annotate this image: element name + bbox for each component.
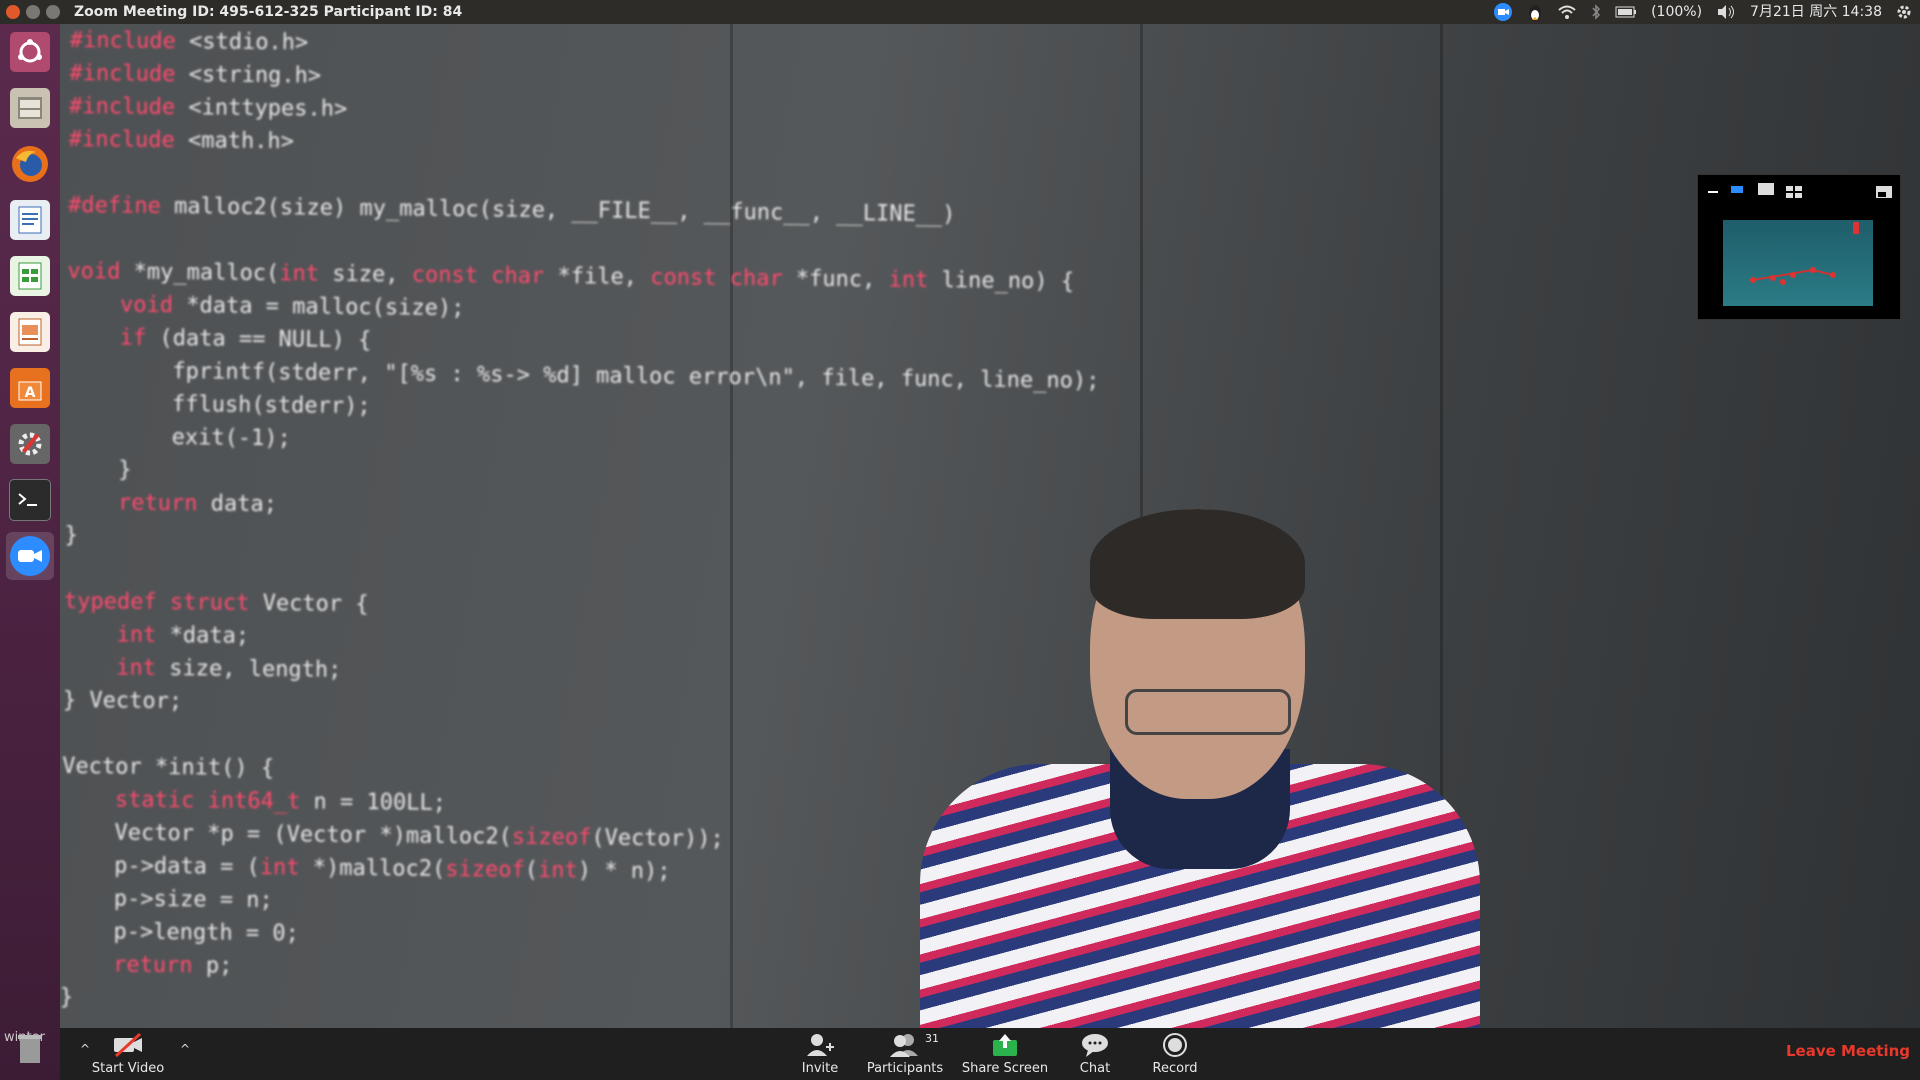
record-icon (1162, 1028, 1188, 1062)
meeting-toolbar: ^ Start Video ^ Invite Participants 31 S… (60, 1028, 1920, 1080)
window-minimize-button[interactable] (26, 5, 40, 19)
participants-icon (888, 1028, 922, 1062)
exit-thumbnail-icon[interactable] (1876, 183, 1892, 198)
participants-button[interactable]: Participants 31 (860, 1028, 950, 1080)
launcher-item-writer[interactable] (6, 196, 54, 244)
file-cabinet-icon (10, 88, 50, 128)
battery-icon[interactable] (1615, 6, 1637, 18)
window-title: Zoom Meeting ID: 495-612-325 Participant… (74, 4, 463, 20)
terminal-icon (9, 479, 51, 521)
single-view-icon[interactable] (1758, 183, 1774, 195)
active-speaker-view-icon[interactable] (1731, 186, 1743, 193)
gallery-view-icon[interactable] (1786, 183, 1802, 198)
launcher-item-terminal[interactable] (6, 476, 54, 524)
launcher-item-firefox[interactable] (6, 140, 54, 188)
bluetooth-icon[interactable] (1591, 4, 1601, 20)
zoom-tray-icon[interactable] (1493, 2, 1513, 22)
share-screen-icon (991, 1028, 1019, 1062)
share-screen-button[interactable]: Share Screen (960, 1028, 1050, 1080)
thumbnail-video (1723, 220, 1873, 306)
system-tray: (100%) 7月21日 周六 14:38 (1493, 0, 1912, 24)
window-controls (6, 5, 60, 19)
launcher-item-trash[interactable] (6, 1024, 54, 1072)
invite-button[interactable]: Invite (785, 1028, 855, 1080)
chat-button[interactable]: Chat (1060, 1028, 1130, 1080)
minimize-thumbnail-icon[interactable] (1708, 191, 1718, 193)
volume-icon[interactable] (1716, 4, 1736, 20)
shopping-bag-icon: A (10, 368, 50, 408)
video-thumbnail-window[interactable] (1697, 174, 1901, 320)
add-person-icon (805, 1028, 835, 1062)
launcher-item-calc[interactable] (6, 252, 54, 300)
ubuntu-logo-icon (10, 32, 50, 72)
launcher: A winter (0, 24, 60, 1080)
writer-icon (10, 200, 50, 240)
top-panel: Zoom Meeting ID: 495-612-325 Participant… (0, 0, 1920, 24)
launcher-item-settings[interactable] (6, 420, 54, 468)
window-close-button[interactable] (6, 5, 20, 19)
svg-text:A: A (25, 385, 36, 401)
launcher-item-zoom[interactable] (6, 532, 54, 580)
hair (1090, 509, 1305, 619)
spreadsheet-icon (10, 256, 50, 296)
launcher-item-files[interactable] (6, 84, 54, 132)
launcher-item-software[interactable]: A (6, 364, 54, 412)
leave-meeting-button[interactable]: Leave Meeting (1786, 1042, 1910, 1060)
chat-bubble-icon (1080, 1028, 1110, 1062)
video-off-icon (112, 1028, 144, 1062)
record-button[interactable]: Record (1140, 1028, 1210, 1080)
thumbnail-content (1750, 222, 1859, 285)
window-maximize-button[interactable] (46, 5, 60, 19)
trash-icon (10, 1028, 50, 1068)
presentation-icon (10, 312, 50, 352)
penguin-icon[interactable] (1527, 3, 1543, 21)
thumbnail-toolbar (1698, 175, 1900, 201)
participants-count: 31 (925, 1032, 939, 1045)
start-video-button[interactable]: Start Video (88, 1028, 168, 1080)
launcher-item-dash[interactable] (6, 28, 54, 76)
glasses (1125, 689, 1291, 735)
wifi-icon[interactable] (1557, 4, 1577, 20)
zoom-camera-icon (10, 536, 50, 576)
launcher-item-impress[interactable] (6, 308, 54, 356)
gear-icon[interactable] (1896, 4, 1912, 20)
presenter-video (860, 509, 1510, 1028)
video-feed: #include <stdio.h> #include <string.h> #in… (60, 24, 1920, 1028)
settings-gear-icon (10, 424, 50, 464)
firefox-icon (10, 144, 50, 184)
clock[interactable]: 7月21日 周六 14:38 (1750, 0, 1882, 24)
video-options-caret[interactable]: ^ (180, 1042, 190, 1056)
battery-percent: (100%) (1651, 4, 1703, 20)
